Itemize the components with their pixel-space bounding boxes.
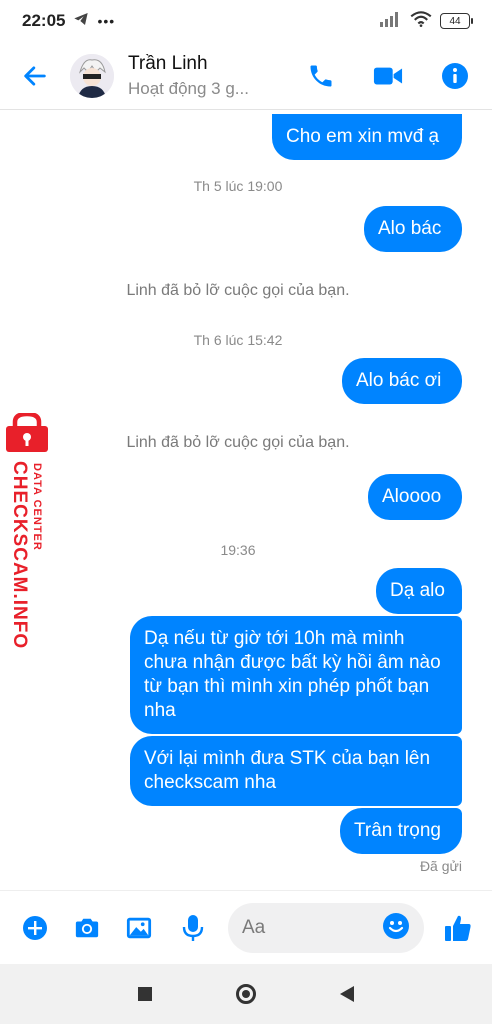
back-button[interactable]	[0, 42, 70, 110]
avatar[interactable]	[70, 53, 114, 98]
avatar-image-icon	[70, 53, 114, 98]
plus-circle-icon	[23, 916, 47, 940]
composer-bar	[0, 890, 492, 964]
message-bubble[interactable]: Trân trọng	[340, 808, 462, 854]
smiley-icon	[383, 912, 409, 939]
timestamp: Th 6 lúc 15:42	[193, 332, 283, 348]
message-bubble[interactable]: Cho em xin mvđ ạ	[272, 114, 462, 160]
telegram-icon	[73, 11, 89, 32]
emoji-button[interactable]	[382, 912, 410, 945]
message-input-container[interactable]	[228, 903, 424, 953]
message-bubble[interactable]: Dạ alo	[376, 568, 462, 614]
message-bubble[interactable]: Dạ nếu từ giờ tới 10h mà mình chưa nhận …	[130, 616, 462, 734]
battery-indicator: 44	[440, 13, 473, 29]
more-actions-button[interactable]	[22, 915, 48, 941]
home-button[interactable]	[236, 984, 256, 1004]
system-nav-bar	[0, 964, 492, 1024]
status-time: 22:05	[22, 11, 66, 30]
message-bubble[interactable]: Với lại mình đưa STK của bạn lên checksc…	[130, 736, 462, 806]
back-arrow-icon	[24, 65, 46, 86]
voice-message-button[interactable]	[180, 915, 206, 941]
thumbs-up-icon	[445, 915, 471, 941]
microphone-icon	[182, 915, 204, 941]
contact-status: Hoạt động 3 g...	[128, 78, 249, 98]
video-camera-icon	[373, 67, 403, 84]
status-bar: 22:05 ••• 44	[0, 0, 492, 42]
phone-icon	[310, 65, 332, 86]
missed-call-notice: Linh đã bỏ lỡ cuộc gọi của bạn.	[126, 434, 350, 451]
battery-level: 44	[449, 15, 461, 27]
system-back-button[interactable]	[340, 986, 354, 1002]
recents-button[interactable]	[138, 987, 152, 1001]
message-bubble[interactable]: Aloooo	[368, 474, 462, 520]
sent-receipt: Đã gửi	[419, 858, 462, 874]
watermark-subtitle: DATA CENTER	[31, 463, 43, 551]
watermark: DATA CENTER CHECKSCAM.INFO	[4, 411, 54, 653]
message-bubble[interactable]: Alo bác ơi	[342, 358, 462, 404]
lock-icon	[6, 411, 48, 452]
gallery-button[interactable]	[126, 915, 152, 941]
messenger-screen: 22:05 ••• 44 Trần Linh Hoạt động 3 g... …	[0, 0, 492, 1024]
image-icon	[126, 917, 152, 939]
missed-call-notice: Linh đã bỏ lỡ cuộc gọi của bạn.	[126, 282, 350, 299]
video-call-button[interactable]	[373, 61, 403, 91]
more-notifications-icon: •••	[97, 13, 116, 29]
info-button[interactable]	[440, 61, 470, 91]
voice-call-button[interactable]	[306, 61, 336, 91]
camera-button[interactable]	[74, 915, 100, 941]
timestamp: Th 5 lúc 19:00	[193, 178, 283, 194]
message-list[interactable]: Cho em xin mvđ ạ Th 5 lúc 19:00 Alo bác …	[0, 110, 492, 890]
signal-icon	[380, 11, 402, 32]
conversation-header: Trần Linh Hoạt động 3 g...	[0, 42, 492, 110]
watermark-title: CHECKSCAM.INFO	[9, 461, 30, 650]
timestamp: 19:36	[220, 542, 256, 558]
camera-icon	[75, 918, 99, 938]
message-input[interactable]	[242, 917, 362, 939]
info-icon	[442, 62, 468, 89]
like-button[interactable]	[444, 913, 472, 943]
wifi-icon	[410, 10, 432, 32]
message-bubble[interactable]: Alo bác	[364, 206, 462, 252]
contact-name[interactable]: Trần Linh	[128, 53, 249, 75]
